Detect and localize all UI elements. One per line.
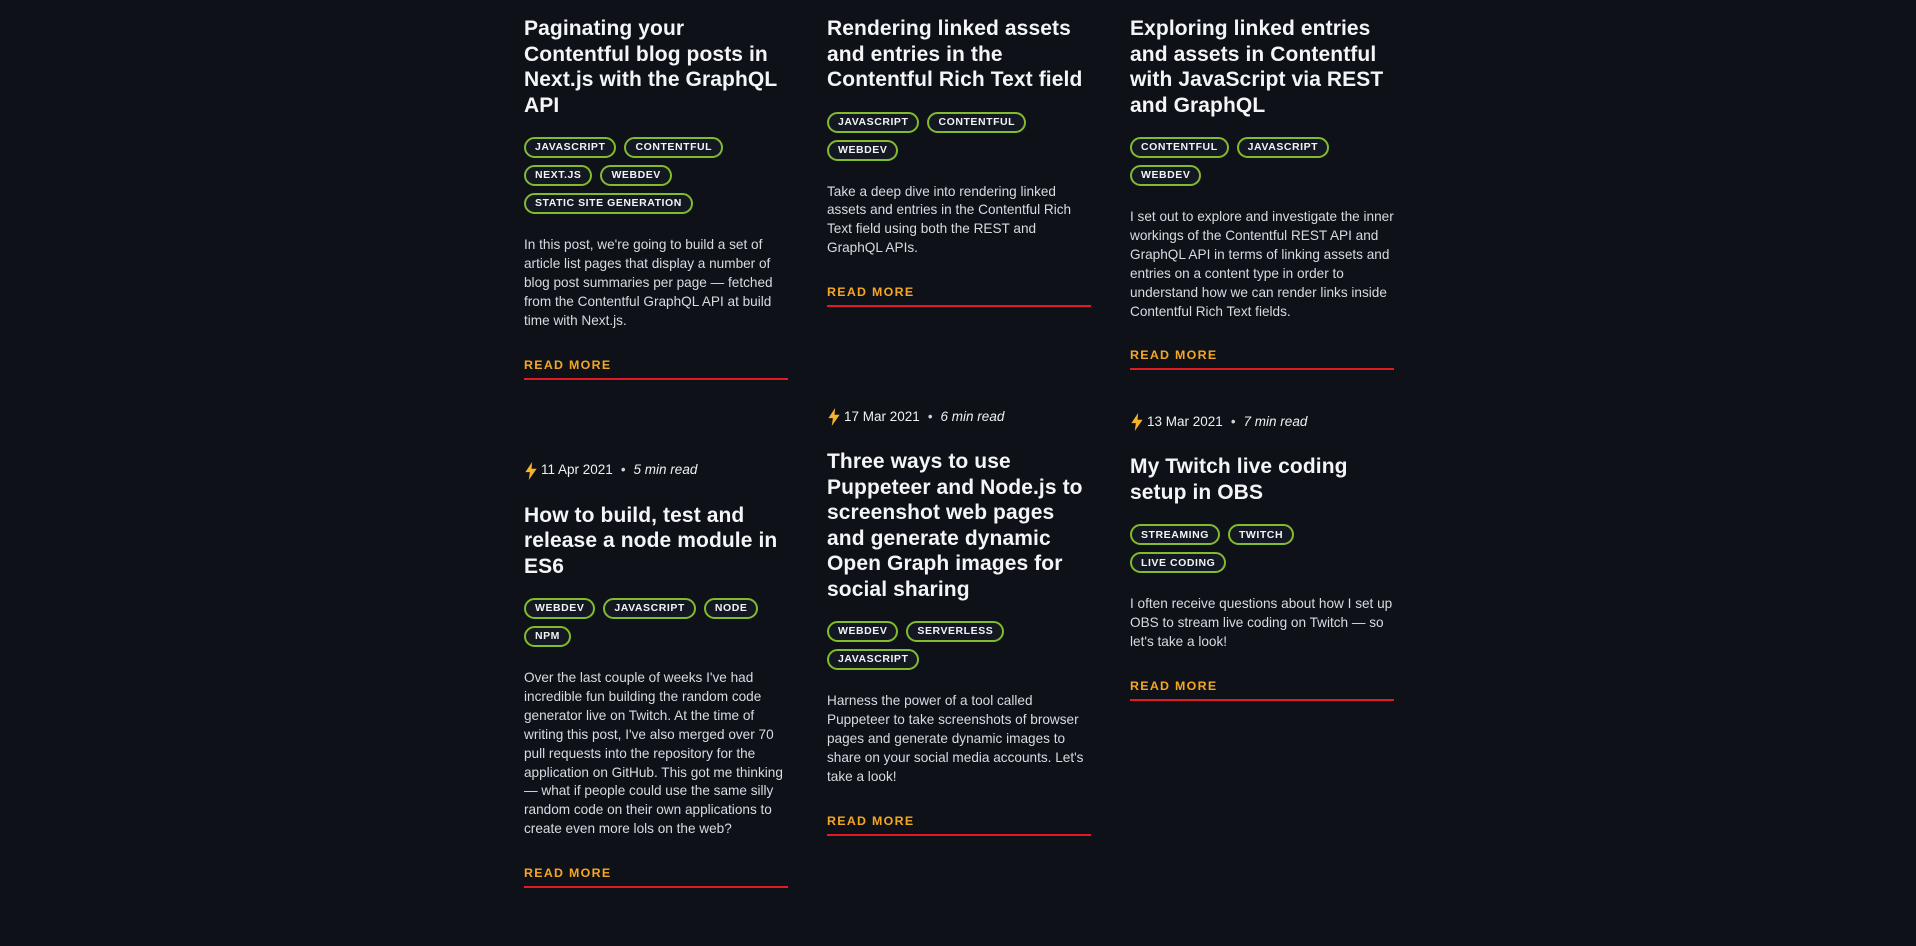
- post-card: Exploring linked entries and assets in C…: [1130, 0, 1394, 371]
- post-column: Rendering linked assets and entries in t…: [827, 0, 1091, 888]
- post-title[interactable]: How to build, test and release a node mo…: [524, 503, 788, 580]
- post-tag[interactable]: CONTENTFUL: [624, 137, 724, 158]
- post-tag-list: WEBDEV JAVASCRIPT NODE NPM: [524, 598, 788, 648]
- post-meta: 11 Apr 2021 • 5 min read: [524, 461, 788, 480]
- read-more-wrap: READ MORE: [827, 812, 1091, 836]
- read-more-link[interactable]: READ MORE: [1130, 679, 1217, 693]
- read-more-wrap: READ MORE: [524, 356, 788, 380]
- post-tag[interactable]: NPM: [524, 626, 571, 648]
- post-card: Paginating your Contentful blog posts in…: [524, 0, 788, 380]
- lightning-bolt-icon: [524, 461, 538, 480]
- card-gap: [1130, 370, 1394, 412]
- read-more-wrap: READ MORE: [827, 283, 1091, 308]
- post-card: 11 Apr 2021 • 5 min read How to build, test…: [524, 461, 788, 889]
- post-tag[interactable]: JAVASCRIPT: [827, 649, 920, 671]
- card-gap: [524, 380, 788, 461]
- post-tag-list: JAVASCRIPT CONTENTFUL WEBDEV: [827, 111, 1091, 161]
- lightning-bolt-icon: [1130, 413, 1144, 432]
- post-meta: 13 Mar 2021 • 7 min read: [1130, 412, 1394, 432]
- read-more-wrap: READ MORE: [1130, 677, 1394, 702]
- post-tag[interactable]: CONTENTFUL: [927, 111, 1027, 133]
- read-more-link[interactable]: READ MORE: [827, 814, 914, 828]
- post-title[interactable]: Exploring linked entries and assets in C…: [1130, 16, 1394, 118]
- post-date: 11 Apr 2021: [541, 462, 613, 478]
- post-tag[interactable]: WEBDEV: [827, 621, 899, 643]
- post-tag-list: JAVASCRIPT CONTENTFUL NEXT.JS WEBDEV STATIC …: [524, 137, 788, 214]
- post-card: Rendering linked assets and entries in t…: [827, 0, 1091, 308]
- read-more-underline: [1130, 699, 1394, 702]
- post-meta: 17 Mar 2021 • 6 min read: [827, 407, 1091, 427]
- post-card: 13 Mar 2021 • 7 min read My Twitch live cod…: [1130, 412, 1394, 702]
- post-tag[interactable]: NEXT.JS: [524, 165, 593, 186]
- read-more-link[interactable]: READ MORE: [827, 285, 914, 299]
- meta-separator: •: [620, 462, 626, 478]
- post-card: 17 Mar 2021 • 6 min read Three ways to use …: [827, 407, 1091, 836]
- post-read-time: 5 min read: [633, 462, 698, 478]
- post-tag[interactable]: JAVASCRIPT: [524, 137, 617, 158]
- post-title[interactable]: Rendering linked assets and entries in t…: [827, 16, 1091, 93]
- read-more-wrap: READ MORE: [524, 864, 788, 889]
- post-title[interactable]: Three ways to use Puppeteer and Node.js …: [827, 449, 1091, 602]
- read-more-link[interactable]: READ MORE: [524, 866, 611, 880]
- post-tag[interactable]: WEBDEV: [1130, 165, 1202, 186]
- post-date: 17 Mar 2021: [844, 408, 920, 424]
- meta-separator: •: [1230, 413, 1236, 429]
- lightning-bolt-icon: [827, 408, 841, 427]
- post-tag[interactable]: STATIC SITE GENERATION: [524, 193, 693, 214]
- post-tag[interactable]: TWITCH: [1227, 524, 1295, 546]
- post-excerpt: I set out to explore and investigate the…: [1130, 209, 1394, 319]
- post-tag[interactable]: WEBDEV: [600, 165, 672, 186]
- post-title[interactable]: My Twitch live coding setup in OBS: [1130, 454, 1394, 505]
- read-more-underline: [524, 886, 788, 889]
- post-excerpt: In this post, we're going to build a set…: [524, 237, 773, 328]
- read-more-underline: [827, 833, 1091, 836]
- post-read-time: 7 min read: [1243, 413, 1308, 429]
- post-tag[interactable]: CONTENTFUL: [1130, 137, 1229, 158]
- card-gap: [827, 307, 1091, 407]
- post-title[interactable]: Paginating your Contentful blog posts in…: [524, 16, 788, 118]
- post-tag[interactable]: JAVASCRIPT: [603, 598, 696, 620]
- post-tag[interactable]: WEBDEV: [827, 139, 899, 161]
- post-column: Exploring linked entries and assets in C…: [1130, 0, 1394, 888]
- post-tag[interactable]: LIVE CODING: [1130, 552, 1227, 574]
- post-tag[interactable]: WEBDEV: [524, 598, 596, 620]
- post-tag[interactable]: NODE: [703, 598, 759, 620]
- post-tag-list: WEBDEV SERVERLESS JAVASCRIPT: [827, 621, 1091, 671]
- post-date: 13 Mar 2021: [1147, 413, 1223, 429]
- read-more-link[interactable]: READ MORE: [524, 358, 611, 372]
- post-tag[interactable]: JAVASCRIPT: [827, 111, 920, 133]
- post-read-time: 6 min read: [940, 408, 1005, 424]
- blog-post-grid-page: Paginating your Contentful blog posts in…: [0, 0, 1916, 946]
- post-tag[interactable]: STREAMING: [1130, 524, 1220, 546]
- post-excerpt: Over the last couple of weeks I've had i…: [524, 670, 783, 837]
- post-tag[interactable]: SERVERLESS: [906, 621, 1005, 643]
- post-tag[interactable]: JAVASCRIPT: [1236, 137, 1330, 158]
- read-more-link[interactable]: READ MORE: [1130, 348, 1217, 362]
- read-more-wrap: READ MORE: [1130, 346, 1394, 371]
- post-tag-list: STREAMING TWITCH LIVE CODING: [1130, 524, 1394, 574]
- post-excerpt: Harness the power of a tool called Puppe…: [827, 693, 1084, 784]
- post-tag-list: CONTENTFUL JAVASCRIPT WEBDEV: [1130, 137, 1394, 186]
- post-column: Paginating your Contentful blog posts in…: [524, 0, 788, 889]
- post-excerpt: I often receive questions about how I se…: [1130, 596, 1393, 650]
- post-excerpt: Take a deep dive into rendering linked a…: [827, 183, 1072, 256]
- post-grid: Paginating your Contentful blog posts in…: [524, 0, 1412, 889]
- meta-separator: •: [927, 408, 933, 424]
